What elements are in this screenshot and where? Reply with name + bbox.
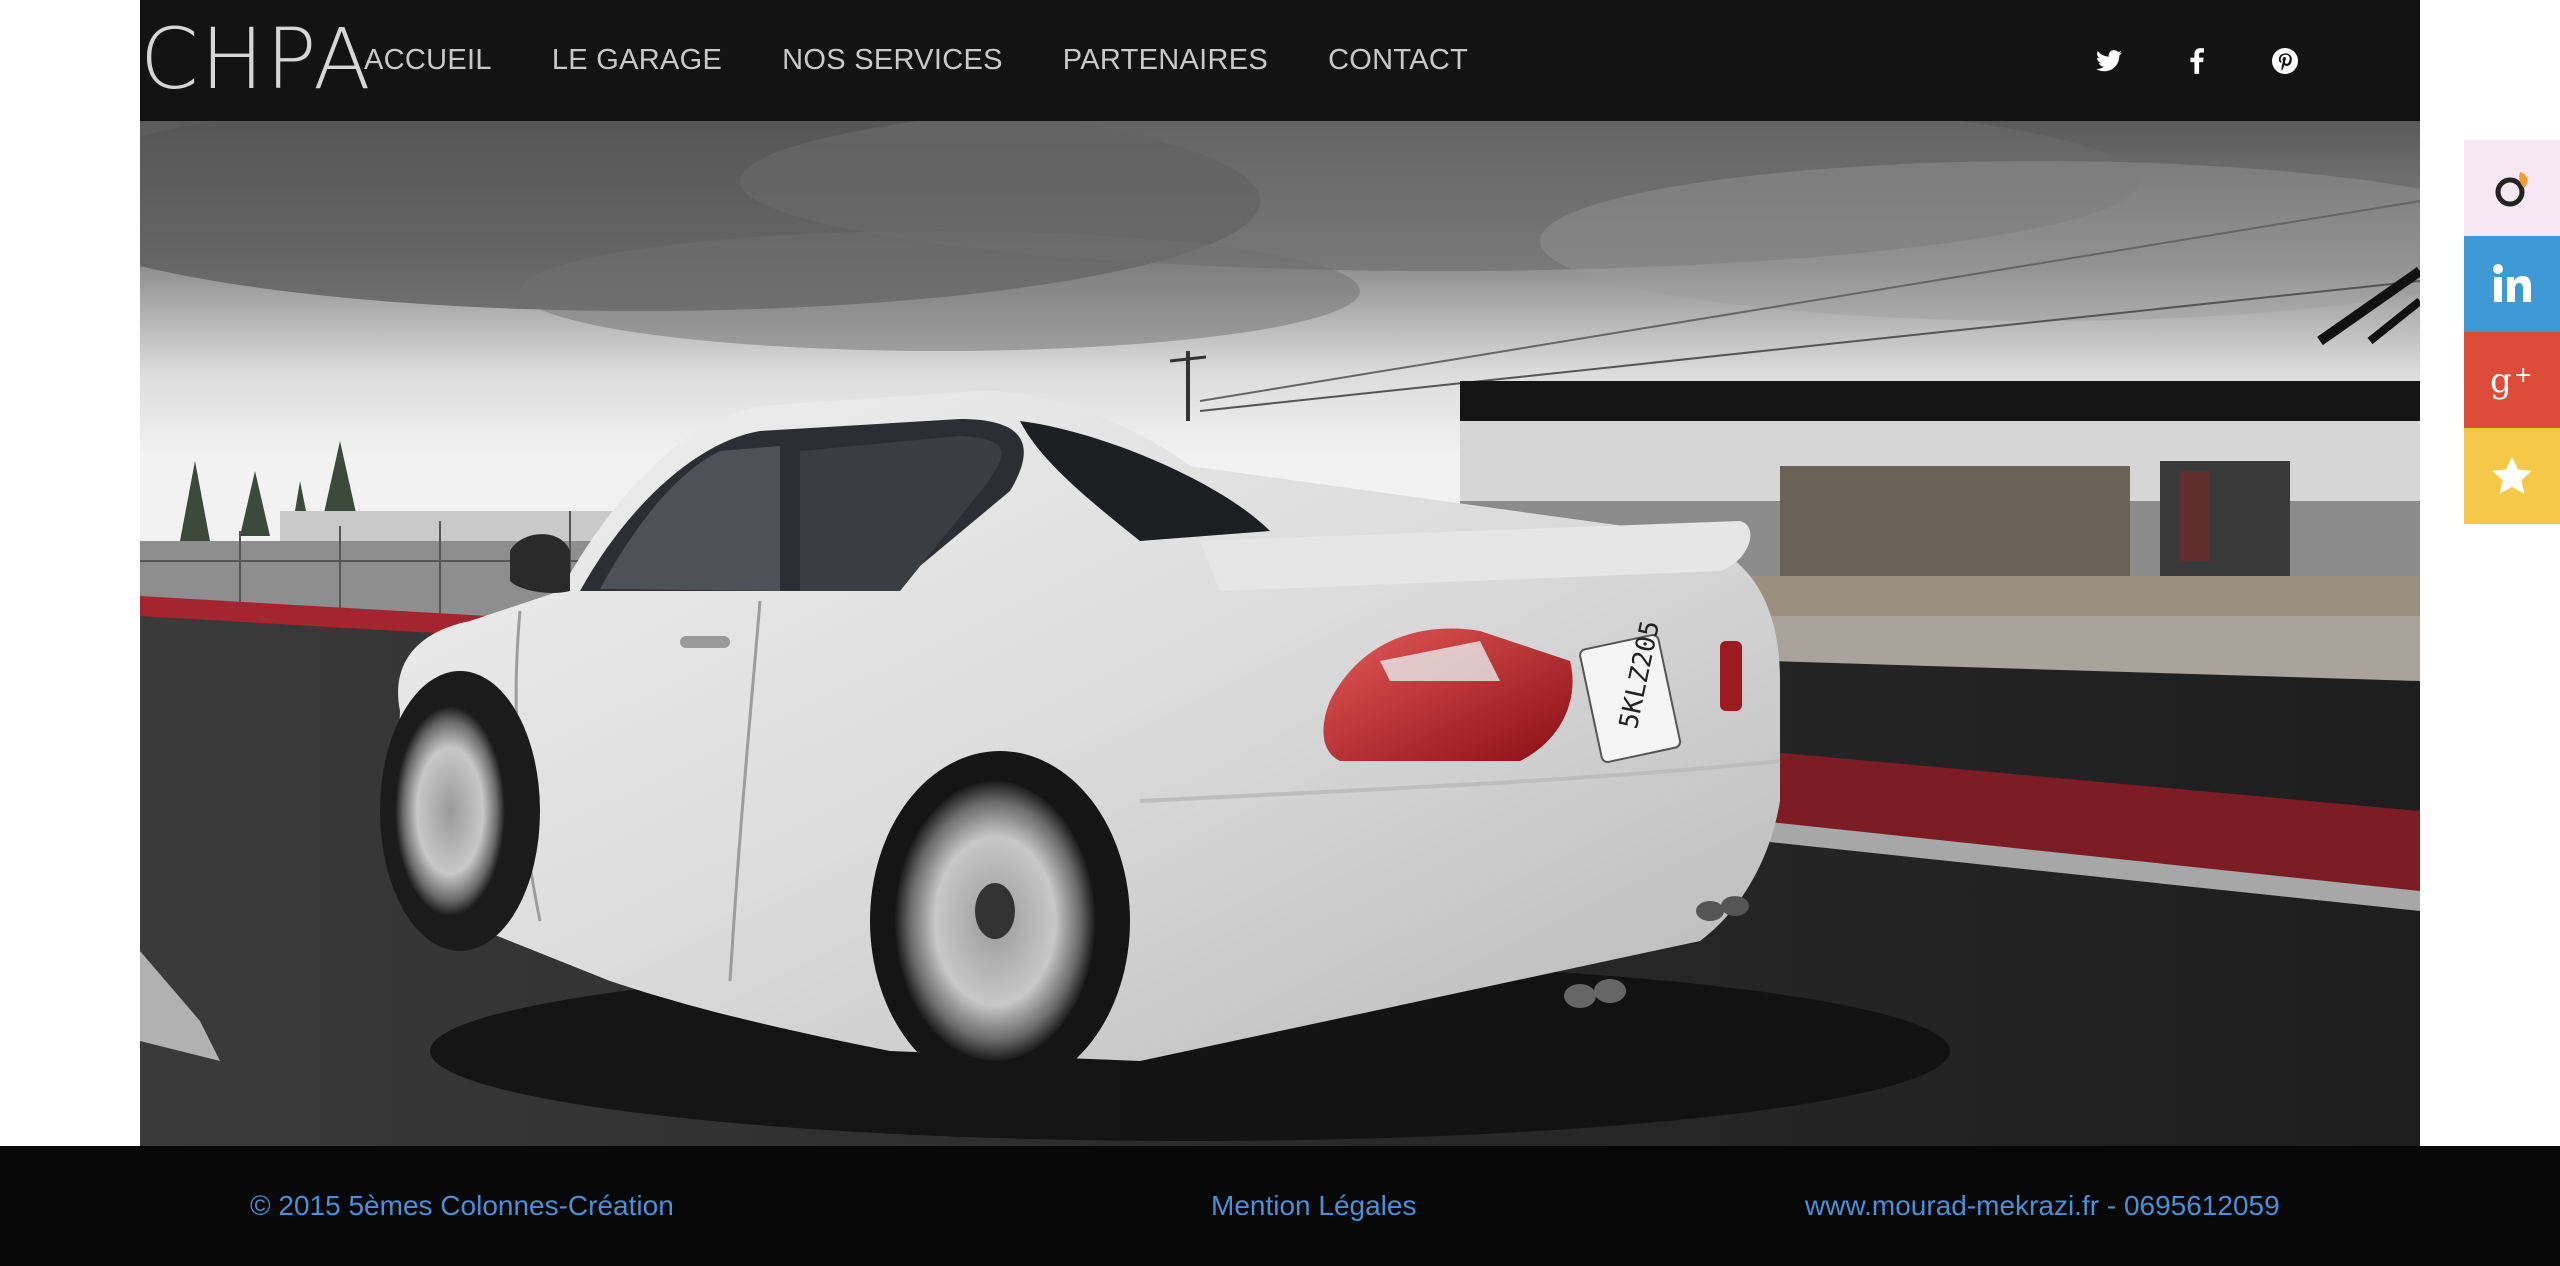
favorite-button[interactable]: [2464, 428, 2560, 524]
star-icon: [2492, 456, 2532, 494]
top-navbar: CHPA ACCUEIL LE GARAGE NOS SERVICES PART…: [140, 0, 2420, 121]
footer: © 2015 5èmes Colonnes-Création Mention L…: [0, 1146, 2560, 1266]
google-plus-icon: g +: [2490, 361, 2532, 400]
viadeo-icon: [2495, 172, 2528, 207]
nav-item-partenaires[interactable]: PARTENAIRES: [1063, 44, 1268, 77]
nav-item-le-garage[interactable]: LE GARAGE: [552, 44, 722, 77]
nav-item-accueil[interactable]: ACCUEIL: [364, 44, 492, 77]
linkedin-share-button[interactable]: [2464, 236, 2560, 332]
page: CHPA ACCUEIL LE GARAGE NOS SERVICES PART…: [0, 0, 2560, 1266]
nav-item-contact[interactable]: CONTACT: [1328, 44, 1468, 77]
logo[interactable]: CHPA: [140, 14, 373, 104]
hero-car-photo: 5KLZ205: [140, 121, 2420, 1146]
svg-text:g: g: [2490, 361, 2512, 400]
svg-text:+: +: [2514, 363, 2532, 388]
footer-legal-link[interactable]: Mention Légales: [1211, 1146, 1416, 1266]
facebook-icon[interactable]: [2182, 46, 2212, 76]
viadeo-share-button[interactable]: [2464, 140, 2560, 236]
pinterest-icon[interactable]: [2270, 46, 2300, 76]
social-links: [2094, 0, 2300, 121]
main-menu: ACCUEIL LE GARAGE NOS SERVICES PARTENAIR…: [364, 0, 1528, 121]
side-share-bar: g +: [2464, 140, 2560, 524]
footer-contact-link[interactable]: www.mourad-mekrazi.fr - 0695612059: [1805, 1146, 2280, 1266]
linkedin-icon: [2493, 264, 2531, 302]
twitter-icon[interactable]: [2094, 46, 2124, 76]
footer-copyright[interactable]: © 2015 5èmes Colonnes-Création: [250, 1146, 674, 1266]
hero-image: 5KLZ205: [140, 121, 2420, 1146]
google-plus-share-button[interactable]: g +: [2464, 332, 2560, 428]
nav-item-nos-services[interactable]: NOS SERVICES: [782, 44, 1003, 77]
